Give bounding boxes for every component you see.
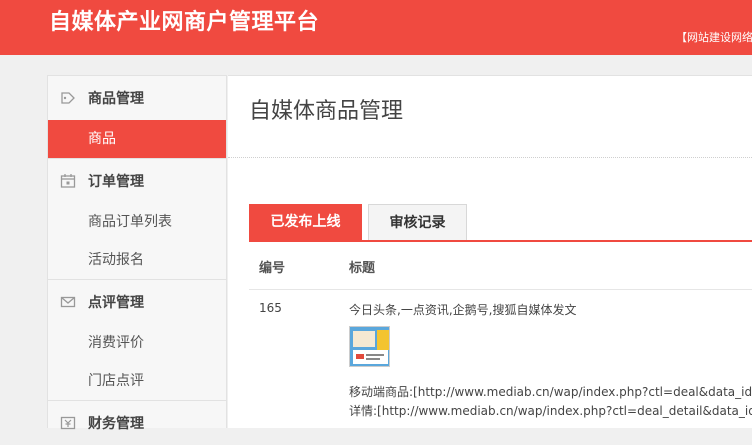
sidebar-group-reviews[interactable]: 点评管理 [48, 280, 226, 324]
column-header-id: 编号 [259, 261, 286, 276]
sidebar-item-order-list[interactable]: 商品订单列表 [48, 203, 226, 241]
sidebar-group-finance[interactable]: 财务管理 [48, 401, 226, 445]
sidebar-item-goods[interactable]: 商品 [48, 120, 226, 158]
column-header-title: 标题 [349, 261, 376, 276]
tab-published[interactable]: 已发布上线 [249, 204, 362, 240]
row-title: 今日头条,一点资讯,企鹅号,搜狐自媒体发文 [349, 303, 577, 317]
page-title: 自媒体商品管理 [249, 99, 404, 124]
sidebar-group-label: 财务管理 [88, 416, 144, 432]
yen-icon [60, 415, 76, 431]
tab-review-records[interactable]: 审核记录 [368, 204, 467, 240]
sidebar-group-orders[interactable]: 订单管理 [48, 159, 226, 203]
app-title: 自媒体产业网商户管理平台 [49, 10, 320, 35]
website-link[interactable]: 【网站建设网络 [676, 29, 752, 45]
sidebar-item-store-reviews[interactable]: 门店点评 [48, 362, 226, 400]
product-thumbnail[interactable] [349, 326, 390, 367]
sidebar-item-consumer-reviews[interactable]: 消费评价 [48, 324, 226, 362]
sidebar-group-label: 商品管理 [88, 91, 144, 107]
sidebar-group-label: 订单管理 [88, 174, 144, 190]
mobile-product-link[interactable]: 移动端商品:[http://www.mediab.cn/wap/index.ph… [349, 383, 752, 400]
tag-icon [60, 90, 76, 106]
top-header: 自媒体产业网商户管理平台 【网站建设网络 [0, 0, 752, 55]
row-id: 165 [259, 301, 282, 315]
sidebar-item-event-signup[interactable]: 活动报名 [48, 241, 226, 279]
divider [228, 157, 752, 158]
tab-bar: 已发布上线 审核记录 [249, 204, 752, 242]
calendar-icon [60, 173, 76, 189]
detail-link[interactable]: 详情:[http://www.mediab.cn/wap/index.php?c… [349, 402, 752, 419]
sidebar-group-goods[interactable]: 商品管理 [48, 76, 226, 120]
table-header-divider [249, 289, 752, 290]
mail-icon [60, 294, 76, 310]
sidebar: 商品管理 商品 订单管理 商品订单列表 活动报名 点评管理 消费评价 门店点评 … [47, 75, 227, 432]
sidebar-group-label: 点评管理 [88, 295, 144, 311]
main-content: 自媒体商品管理 已发布上线 审核记录 编号 标题 165 今日头条,一点资讯,企… [228, 75, 752, 428]
